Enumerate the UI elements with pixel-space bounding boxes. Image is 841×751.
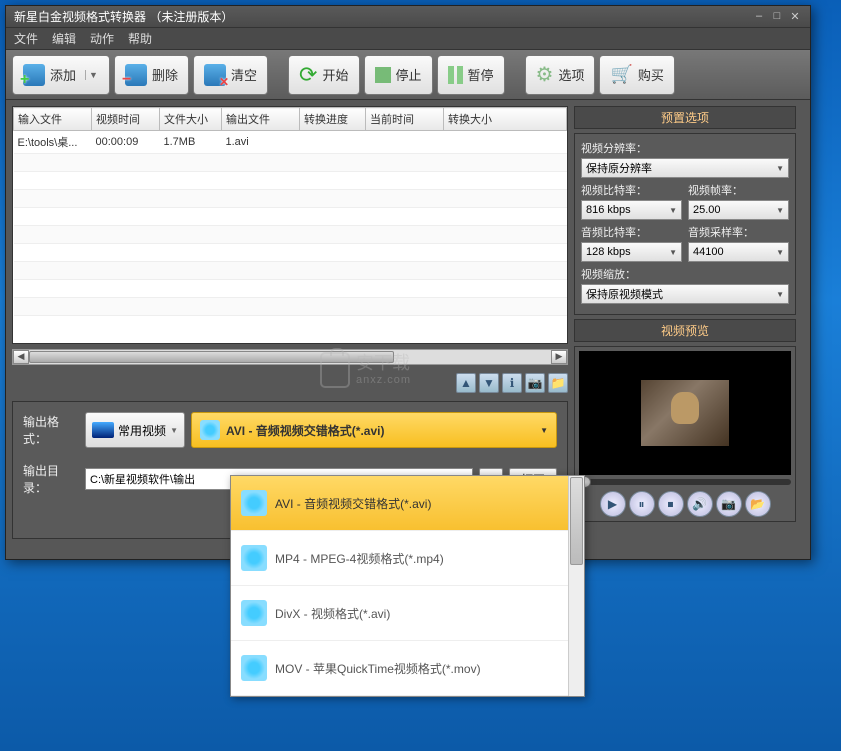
gear-icon: ⚙ [536,62,554,87]
preset-panel: 视频分辨率： 保持原分辨率▼ 视频比特率： 816 kbps▼ 视频帧率： 25… [574,133,796,315]
close-button[interactable]: ✕ [788,10,802,24]
table-row[interactable] [14,280,567,298]
menu-file[interactable]: 文件 [14,30,38,47]
table-row[interactable]: E:\tools\桌...00:00:091.7MB1.avi [14,131,567,154]
table-row[interactable] [14,226,567,244]
delete-icon [125,64,147,86]
menu-edit[interactable]: 编辑 [52,30,76,47]
chevron-down-icon[interactable]: ▼ [85,70,99,80]
scroll-thumb[interactable] [570,477,583,565]
start-button[interactable]: ⟳开始 [288,55,359,95]
format-icon [200,420,220,440]
preview-screen [579,351,791,475]
format-dropdown[interactable]: AVI - 音频视频交错格式(*.avi) MP4 - MPEG-4视频格式(*… [230,475,585,697]
refresh-icon: ⟳ [299,62,317,88]
chevron-down-icon: ▼ [170,426,178,435]
scroll-right-icon[interactable]: ▶ [551,350,567,364]
pause-icon [448,66,463,84]
add-button[interactable]: 添加▼ [12,55,110,95]
format-selector[interactable]: AVI - 音频视频交错格式(*.avi) ▼ [191,412,557,448]
category-button[interactable]: 常用视频 ▼ [85,412,185,448]
preview-title: 视频预览 [574,319,796,342]
titlebar[interactable]: 新星白金视频格式转换器 （未注册版本） – □ ✕ [6,6,810,28]
dropdown-item[interactable]: AVI - 音频视频交错格式(*.avi) [231,476,584,531]
play-icon[interactable]: ▶ [600,491,626,517]
horizontal-scrollbar[interactable]: ◀ ▶ [12,349,568,365]
scale-select[interactable]: 保持原视频模式▼ [581,284,789,304]
col-ctime[interactable]: 当前时间 [366,108,444,131]
pause-button[interactable]: 暂停 [437,55,505,95]
options-button[interactable]: ⚙选项 [525,55,596,95]
folder-icon[interactable]: 📁 [548,373,568,393]
stop-button[interactable]: 停止 [364,55,433,95]
dropdown-item[interactable]: DivX - 视频格式(*.avi) [231,586,584,641]
menubar: 文件 编辑 动作 帮助 [6,28,810,50]
format-icon [241,545,267,571]
table-row[interactable] [14,208,567,226]
preset-title: 预置选项 [574,106,796,129]
menu-action[interactable]: 动作 [90,30,114,47]
open-icon[interactable]: 📂 [745,491,771,517]
clear-button[interactable]: 清空 [193,55,268,95]
scroll-left-icon[interactable]: ◀ [13,350,29,364]
format-icon [241,655,267,681]
buy-button[interactable]: 🛒购买 [599,55,674,95]
video-bitrate-select[interactable]: 816 kbps▼ [581,200,682,220]
table-row[interactable] [14,154,567,172]
preview-image [641,380,729,446]
col-input[interactable]: 输入文件 [14,108,92,131]
scroll-thumb[interactable] [29,351,394,363]
dropdown-item[interactable]: MOV - 苹果QuickTime视频格式(*.mov) [231,641,584,696]
pause-icon[interactable]: ⏸ [629,491,655,517]
toolbar: 添加▼ 删除 清空 ⟳开始 停止 暂停 ⚙选项 🛒购买 [6,50,810,100]
volume-icon[interactable]: 🔊 [687,491,713,517]
col-fsize[interactable]: 文件大小 [160,108,222,131]
maximize-button[interactable]: □ [770,10,784,24]
table-row[interactable] [14,262,567,280]
format-icon [241,490,267,516]
col-progress[interactable]: 转换进度 [300,108,366,131]
col-csize[interactable]: 转换大小 [444,108,567,131]
window-title: 新星白金视频格式转换器 （未注册版本） [14,8,233,25]
move-down-icon[interactable]: ▼ [479,373,499,393]
clear-icon [204,64,226,86]
table-row[interactable] [14,172,567,190]
monitor-icon [92,422,114,438]
dir-label: 输出目录： [23,462,79,496]
dropdown-item[interactable]: MP4 - MPEG-4视频格式(*.mp4) [231,531,584,586]
chevron-down-icon: ▼ [540,426,548,435]
stop-icon[interactable]: ⏹ [658,491,684,517]
audio-bitrate-select[interactable]: 128 kbps▼ [581,242,682,262]
seek-slider[interactable] [579,479,791,485]
preview-panel: ▶ ⏸ ⏹ 🔊 📷 📂 [574,346,796,522]
minimize-button[interactable]: – [752,10,766,24]
col-output[interactable]: 输出文件 [222,108,300,131]
delete-button[interactable]: 删除 [114,55,189,95]
capture-icon[interactable]: 📷 [716,491,742,517]
format-icon [241,600,267,626]
resolution-select[interactable]: 保持原分辨率▼ [581,158,789,178]
col-vtime[interactable]: 视频时间 [92,108,160,131]
table-row[interactable] [14,244,567,262]
table-row[interactable] [14,190,567,208]
sample-rate-select[interactable]: 44100▼ [688,242,789,262]
cart-icon: 🛒 [610,64,632,85]
add-icon [23,64,45,86]
stop-icon [375,67,391,83]
format-label: 输出格式： [23,413,79,447]
dropdown-scrollbar[interactable] [568,476,584,696]
fps-select[interactable]: 25.00▼ [688,200,789,220]
info-icon[interactable]: ℹ [502,373,522,393]
snapshot-icon[interactable]: 📷 [525,373,545,393]
move-up-icon[interactable]: ▲ [456,373,476,393]
table-row[interactable] [14,298,567,316]
file-table[interactable]: 输入文件 视频时间 文件大小 输出文件 转换进度 当前时间 转换大小 E:\to… [12,106,568,344]
menu-help[interactable]: 帮助 [128,30,152,47]
